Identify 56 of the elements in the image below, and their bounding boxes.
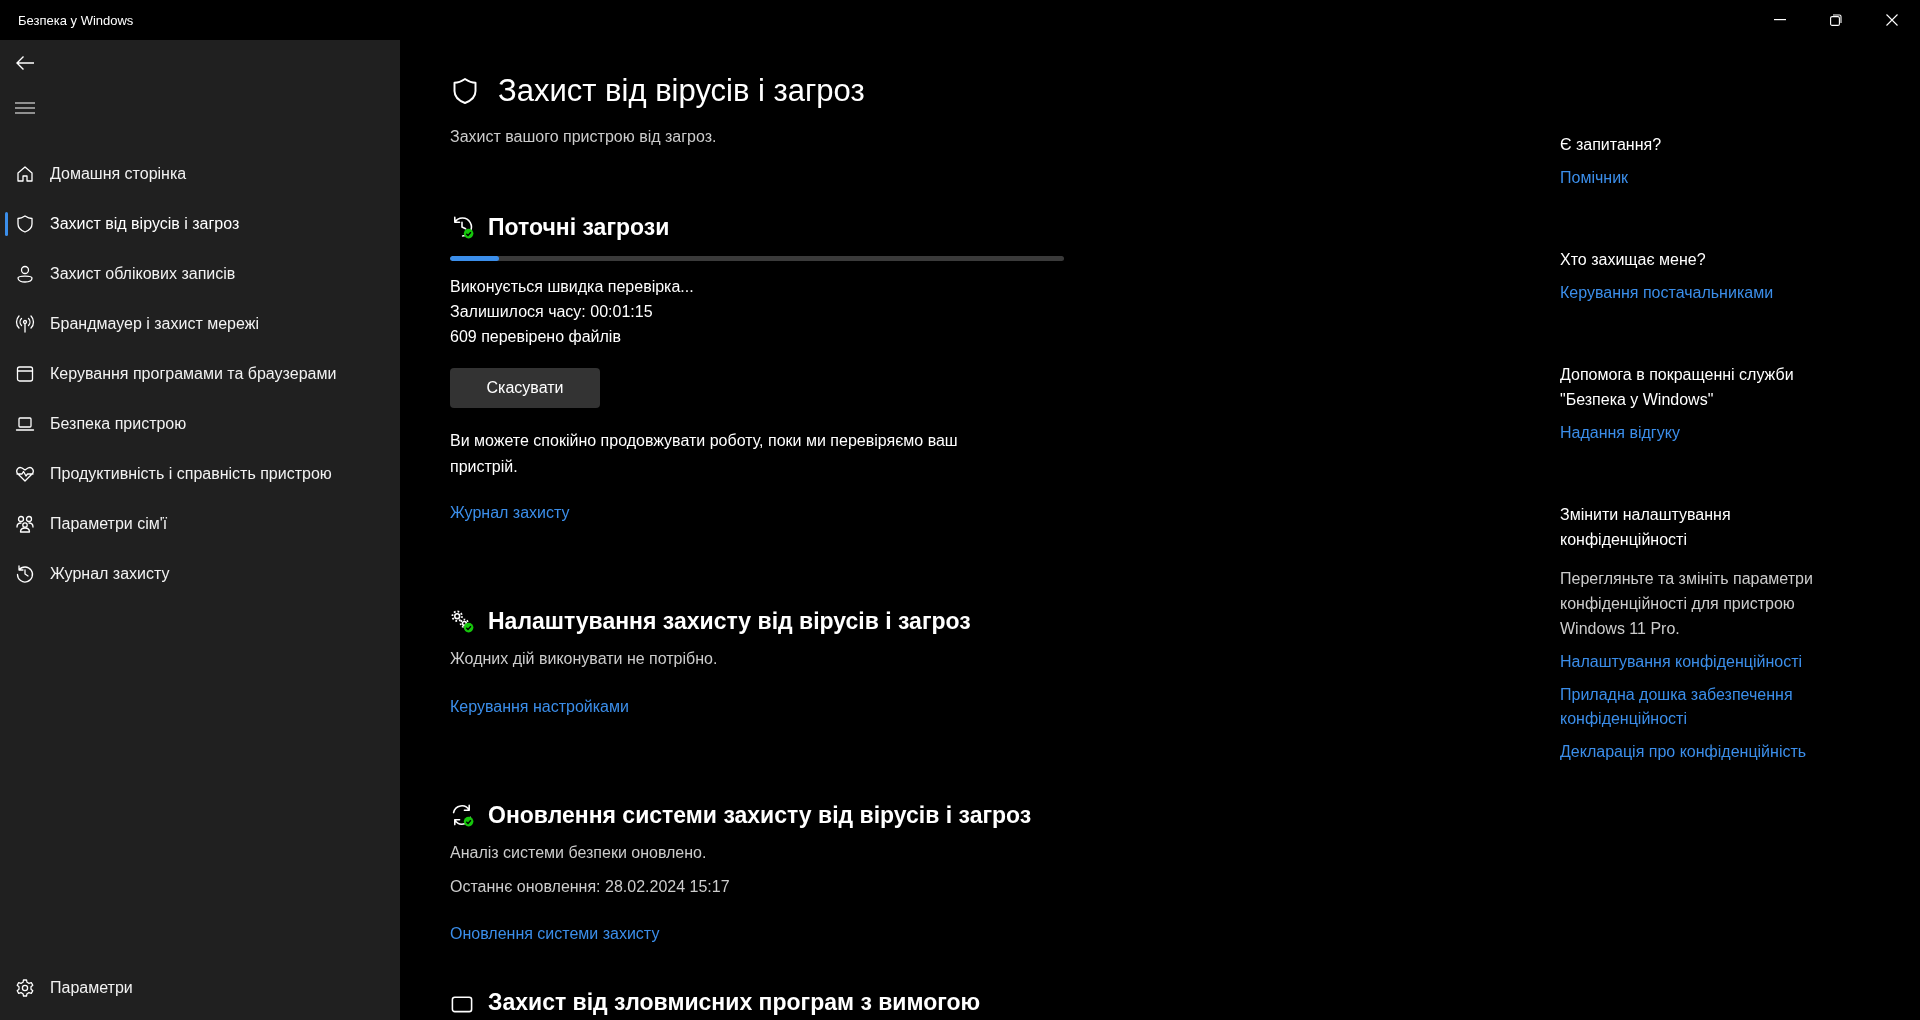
link[interactable]: Надання відгуку [1560, 421, 1680, 445]
wireless-icon [15, 314, 35, 334]
window-icon [15, 364, 35, 384]
sidebar-item[interactable]: Журнал захисту [0, 549, 400, 599]
restore-icon[interactable] [1830, 14, 1842, 26]
sidebar-item[interactable]: Керування програмами та браузерами [0, 349, 400, 399]
link[interactable]: Керування настройками [450, 698, 629, 716]
link[interactable]: Оновлення системи захисту [450, 925, 660, 943]
info-text: Ви можете спокійно продовжувати роботу, поки ми перевіряємо ваш пристрій. [450, 431, 959, 477]
status-text: Аналіз системи безпеки оновлено. [450, 843, 708, 863]
status-text: 609 перевірено файлів [450, 327, 622, 347]
page-title: Захист від вірусів і загроз [498, 72, 865, 110]
close-icon[interactable] [1886, 14, 1898, 26]
sidebar-item[interactable]: Продуктивність і справність пристрою [0, 449, 400, 499]
aside-heading: Є запитання? [1560, 135, 1663, 155]
shield-icon [15, 214, 35, 234]
aside-heading: Хто захищає мене? [1560, 250, 1707, 270]
minimize-icon[interactable] [1774, 19, 1786, 21]
link[interactable]: Приладна дошка забезпечення конфіденційності [1560, 683, 1860, 731]
family-icon [15, 514, 35, 534]
sidebar-item[interactable]: Домашня сторінка [0, 149, 400, 199]
section-heading: Налаштування захисту від вірусів і загроз [488, 607, 971, 635]
status-text: Останнє оновлення: 28.02.2024 15:17 [450, 877, 731, 897]
sidebar-item[interactable]: Параметри сім'ї [0, 499, 400, 549]
sidebar-item[interactable]: Захист від вірусів і загроз [0, 199, 400, 249]
link[interactable]: Керування постачальниками [1560, 281, 1774, 305]
page-subtitle: Захист вашого пристрою від загроз. [450, 128, 718, 146]
link[interactable]: Декларація про конфіденційність [1560, 740, 1807, 764]
back-arrow-icon[interactable] [15, 55, 35, 71]
heart-pulse-icon [15, 464, 35, 484]
home-icon [15, 164, 35, 184]
history-icon [15, 564, 35, 584]
settings-item[interactable]: Параметри [0, 963, 400, 1013]
sidebar-item[interactable]: Брандмауер і захист мережі [0, 299, 400, 349]
link[interactable]: Помічник [1560, 166, 1629, 190]
cancel-button[interactable]: Скасувати [450, 368, 600, 408]
status-text: Залишилося часу: 00:01:15 [450, 302, 654, 322]
link[interactable]: Налаштування конфіденційності [1560, 650, 1802, 674]
window-title: Безпека у Windows [18, 12, 134, 28]
status-text: Жодних дій виконувати не потрібно. [450, 649, 719, 669]
settings-icon [15, 978, 35, 998]
aside-text: Перегляньте та змініть параметри конфіденційності для пристрою Windows 11 Pro. [1560, 569, 1814, 639]
section-heading: Поточні загрози [488, 213, 670, 241]
aside-heading: Змінити налаштування конфіденційності [1560, 505, 1732, 550]
section-heading: Захист від зловмисних програм з вимогою [488, 988, 981, 1016]
person-icon [15, 264, 35, 284]
aside-heading: Допомога в покращенні служби "Безпека у Windows" [1560, 365, 1795, 410]
sidebar-item[interactable]: Захист облікових записів [0, 249, 400, 299]
link[interactable]: Журнал захисту [450, 504, 570, 522]
sidebar-item[interactable]: Безпека пристрою [0, 399, 400, 449]
status-text: Виконується швидка перевірка... [450, 277, 695, 297]
section-heading: Оновлення системи захисту від вірусів і загроз [488, 801, 1032, 829]
laptop-icon [15, 414, 35, 434]
menu-icon[interactable] [15, 102, 35, 114]
sync-check-icon [450, 803, 474, 827]
gears-check-icon [450, 609, 474, 633]
